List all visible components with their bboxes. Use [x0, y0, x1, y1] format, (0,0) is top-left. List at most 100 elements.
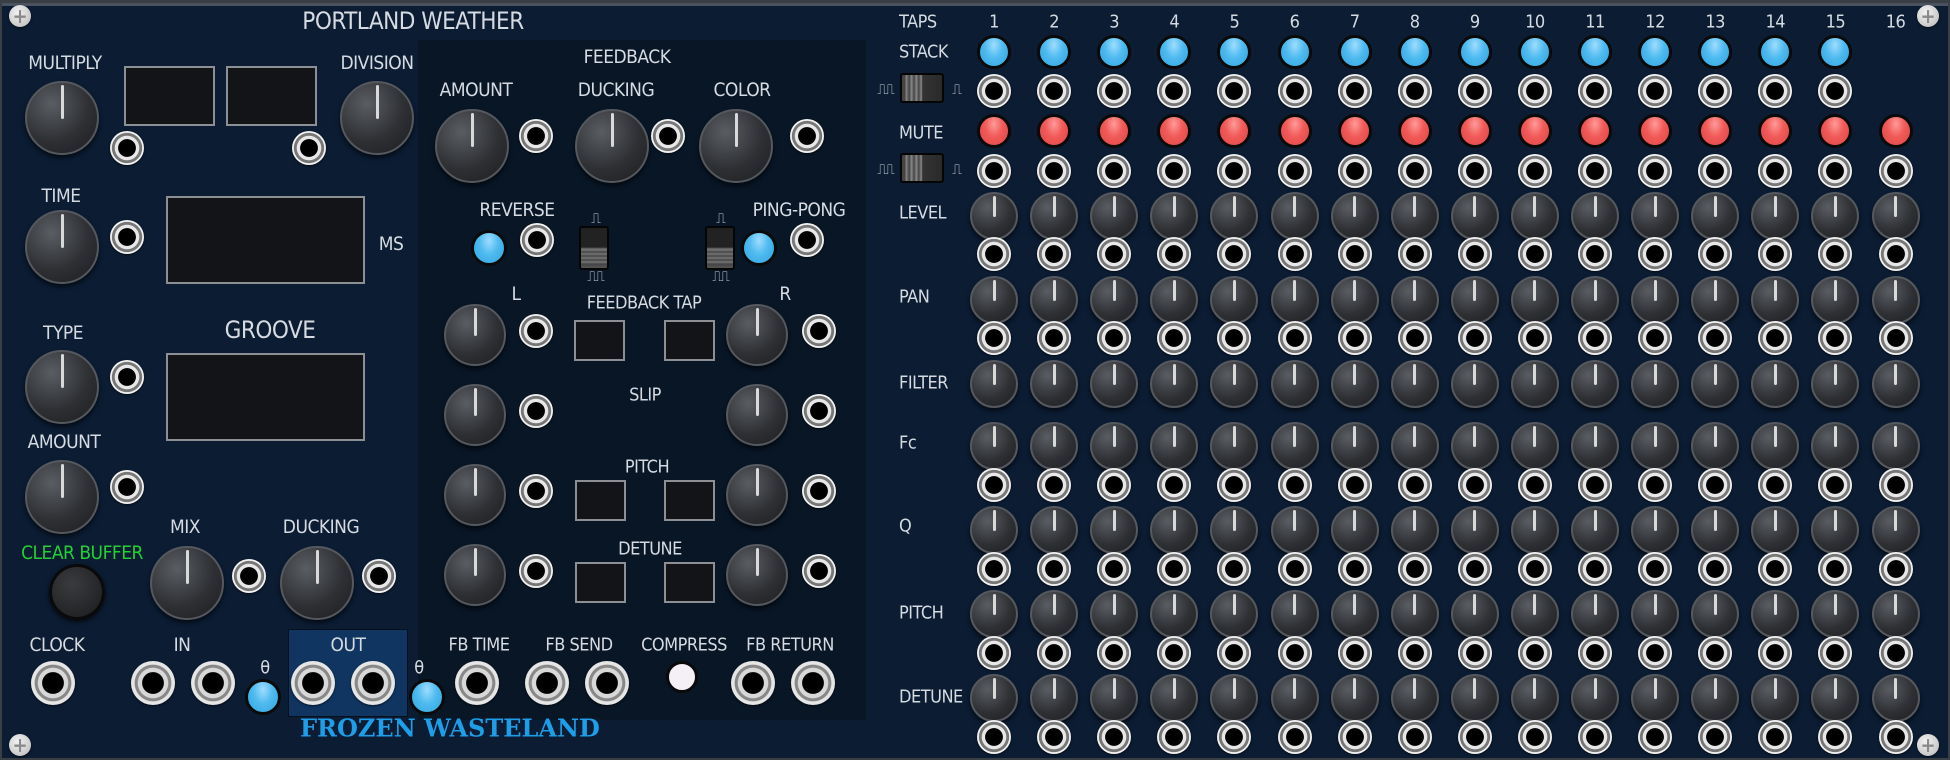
in-phase-led-button[interactable]	[245, 679, 281, 715]
pitch-cv-jack-4[interactable]	[1157, 636, 1192, 670]
pitch-cv-jack-15[interactable]	[1818, 636, 1853, 670]
groove-type-knob[interactable]	[25, 350, 99, 424]
pan-cv-jack-1[interactable]	[977, 321, 1011, 355]
fb-return-left-jack[interactable]	[731, 661, 775, 705]
stack-led-button-1[interactable]	[977, 35, 1011, 69]
fc-cv-jack-5[interactable]	[1217, 468, 1252, 502]
detune-cv-jack-5[interactable]	[1217, 720, 1252, 754]
q-cv-jack-14[interactable]	[1758, 552, 1793, 586]
pitch-knob-3[interactable]	[1090, 590, 1139, 638]
mute-cv-jack-5[interactable]	[1217, 154, 1252, 188]
mute-led-button-6[interactable]	[1277, 114, 1312, 148]
detune-knob-15[interactable]	[1811, 674, 1860, 722]
detune-knob-14[interactable]	[1751, 674, 1800, 722]
compress-led-button[interactable]	[666, 661, 698, 693]
time-cv-jack[interactable]	[110, 220, 144, 254]
detune-cv-jack-6[interactable]	[1277, 720, 1312, 754]
pan-knob-11[interactable]	[1571, 276, 1619, 324]
pitch-cv-jack-8[interactable]	[1397, 636, 1432, 670]
filter-type-knob-3[interactable]	[1090, 360, 1139, 408]
pitch-knob-14[interactable]	[1751, 590, 1800, 638]
pan-knob-3[interactable]	[1090, 276, 1139, 324]
detune-cv-jack-12[interactable]	[1638, 720, 1673, 754]
pan-cv-jack-10[interactable]	[1517, 321, 1552, 355]
stack-led-button-3[interactable]	[1097, 35, 1132, 69]
stack-led-button-9[interactable]	[1457, 35, 1492, 69]
filter-type-knob-16[interactable]	[1871, 360, 1920, 408]
filter-type-knob-5[interactable]	[1210, 360, 1259, 408]
detune-knob-5[interactable]	[1210, 674, 1259, 722]
fc-knob-14[interactable]	[1751, 422, 1800, 470]
q-knob-14[interactable]	[1751, 506, 1800, 554]
fc-knob-9[interactable]	[1450, 422, 1499, 470]
mute-led-button-12[interactable]	[1638, 114, 1673, 148]
pan-knob-15[interactable]	[1811, 276, 1860, 324]
pan-knob-12[interactable]	[1631, 276, 1680, 324]
mute-led-button-13[interactable]	[1698, 114, 1733, 148]
stack-cv-jack-13[interactable]	[1698, 74, 1733, 108]
q-cv-jack-16[interactable]	[1878, 552, 1913, 586]
detune-cv-jack-4[interactable]	[1157, 720, 1192, 754]
reverse-cv-jack[interactable]	[520, 223, 554, 257]
detune-cv-jack-13[interactable]	[1698, 720, 1733, 754]
fc-cv-jack-10[interactable]	[1517, 468, 1552, 502]
pitch-right-cv-jack[interactable]	[802, 474, 836, 508]
detune-cv-jack-8[interactable]	[1397, 720, 1432, 754]
fc-knob-13[interactable]	[1691, 422, 1740, 470]
filter-type-knob-8[interactable]	[1390, 360, 1439, 408]
detune-right-knob[interactable]	[726, 544, 788, 606]
q-cv-jack-11[interactable]	[1578, 552, 1612, 586]
groove-type-cv-jack[interactable]	[110, 360, 144, 394]
fc-cv-jack-1[interactable]	[977, 468, 1011, 502]
level-cv-jack-15[interactable]	[1818, 237, 1853, 271]
detune-knob-13[interactable]	[1691, 674, 1740, 722]
level-cv-jack-4[interactable]	[1157, 237, 1192, 271]
stack-led-button-15[interactable]	[1818, 35, 1853, 69]
detune-cv-jack-2[interactable]	[1037, 720, 1072, 754]
detune-knob-2[interactable]	[1030, 674, 1079, 722]
stack-led-button-13[interactable]	[1698, 35, 1733, 69]
fb-tap-left-cv-jack[interactable]	[519, 314, 553, 348]
fc-cv-jack-4[interactable]	[1157, 468, 1192, 502]
fb-amount-knob[interactable]	[435, 109, 509, 183]
detune-cv-jack-1[interactable]	[977, 720, 1011, 754]
pitch-cv-jack-13[interactable]	[1698, 636, 1733, 670]
pingpong-led-button[interactable]	[741, 230, 777, 266]
mute-led-button-9[interactable]	[1457, 114, 1492, 148]
fb-color-knob[interactable]	[699, 109, 773, 183]
mute-cv-jack-11[interactable]	[1578, 154, 1612, 188]
stack-led-button-5[interactable]	[1217, 35, 1252, 69]
pitch-knob-6[interactable]	[1270, 590, 1319, 638]
stack-cv-jack-9[interactable]	[1457, 74, 1492, 108]
mix-cv-jack[interactable]	[232, 559, 266, 593]
pitch-cv-jack-12[interactable]	[1638, 636, 1673, 670]
stack-led-button-11[interactable]	[1578, 35, 1612, 69]
pan-knob-2[interactable]	[1030, 276, 1079, 324]
level-cv-jack-6[interactable]	[1277, 237, 1312, 271]
q-cv-jack-1[interactable]	[977, 552, 1011, 586]
mute-cv-jack-3[interactable]	[1097, 154, 1132, 188]
q-cv-jack-2[interactable]	[1037, 552, 1072, 586]
pan-knob-1[interactable]	[970, 276, 1018, 324]
fb-color-cv-jack[interactable]	[790, 119, 824, 153]
pitch-knob-9[interactable]	[1450, 590, 1499, 638]
multiply-knob[interactable]	[25, 81, 99, 155]
detune-knob-12[interactable]	[1631, 674, 1680, 722]
level-cv-jack-14[interactable]	[1758, 237, 1793, 271]
pitch-knob-7[interactable]	[1330, 590, 1379, 638]
stack-led-button-12[interactable]	[1638, 35, 1673, 69]
groove-amount-cv-jack[interactable]	[110, 470, 144, 504]
pitch-cv-jack-11[interactable]	[1578, 636, 1612, 670]
q-cv-jack-12[interactable]	[1638, 552, 1673, 586]
level-knob-15[interactable]	[1811, 192, 1860, 240]
stack-cv-jack-15[interactable]	[1818, 74, 1853, 108]
pitch-knob-16[interactable]	[1871, 590, 1920, 638]
pitch-right-knob[interactable]	[726, 464, 788, 526]
groove-amount-knob[interactable]	[25, 460, 99, 534]
stack-cv-jack-11[interactable]	[1578, 74, 1612, 108]
fc-knob-1[interactable]	[970, 422, 1018, 470]
detune-knob-3[interactable]	[1090, 674, 1139, 722]
level-knob-4[interactable]	[1150, 192, 1199, 240]
clock-input-jack[interactable]	[31, 661, 75, 705]
pitch-knob-10[interactable]	[1510, 590, 1559, 638]
